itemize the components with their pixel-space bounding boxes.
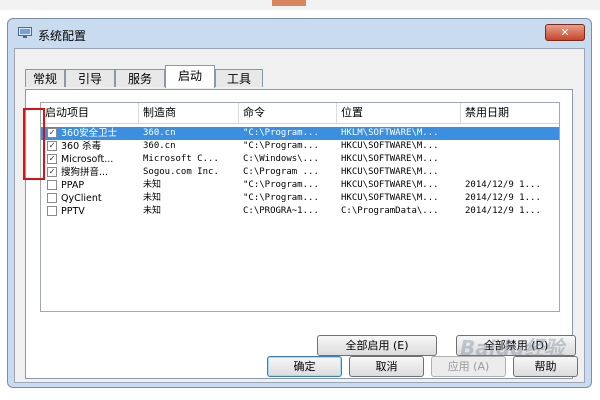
cell-date: 2014/12/9 1... — [465, 180, 541, 190]
cell-location: HKLM\SOFTWARE\M... — [341, 128, 439, 138]
cell-date: 2014/12/9 1... — [465, 193, 541, 203]
cell-item: 360 杀毒 — [61, 141, 102, 152]
cell-date: 2014/12/9 1... — [465, 206, 541, 216]
cell-location: HKCU\SOFTWARE\M... — [341, 141, 439, 151]
top-strip — [0, 0, 600, 10]
table-row[interactable]: ✓ 搜狗拼音... Sogou.com Inc. C:\Program ... … — [41, 166, 559, 179]
cancel-button[interactable]: 取消 — [349, 356, 424, 377]
cell-item: QyClient — [61, 193, 102, 204]
table-row[interactable]: ✓ 360安全卫士 360.cn "C:\Program... HKLM\SOF… — [41, 127, 559, 140]
table-row[interactable]: ✓ Microsoft... Microsoft C... C:\Windows… — [41, 153, 559, 166]
row-checkbox[interactable]: ✓ — [47, 167, 57, 177]
cell-item: PPTV — [61, 206, 85, 217]
cell-item: PPAP — [61, 180, 85, 191]
column-header-disabled-date[interactable]: 禁用日期 — [461, 103, 559, 123]
cell-maker: 未知 — [143, 193, 162, 203]
title-bar: 系统配置 ✕ — [8, 19, 591, 49]
cell-location: HKCU\SOFTWARE\M... — [341, 193, 439, 203]
cell-maker: 360.cn — [143, 141, 176, 151]
list-header: 启动项目 制造商 命令 位置 禁用日期 — [41, 103, 559, 124]
cell-command: C:\Windows\... — [243, 154, 319, 164]
top-accent — [272, 0, 306, 6]
tab-tools[interactable]: 工具 — [215, 69, 263, 87]
row-checkbox[interactable] — [47, 180, 57, 190]
startup-list: 启动项目 制造商 命令 位置 禁用日期 ✓ 360安全卫士 360.cn "C:… — [40, 102, 560, 312]
cell-date — [465, 153, 559, 166]
highlight-annotation — [23, 108, 45, 180]
cell-maker: 360.cn — [143, 128, 176, 138]
column-header-item[interactable]: 启动项目 — [41, 103, 139, 123]
cell-date — [465, 127, 559, 140]
row-checkbox[interactable] — [47, 193, 57, 203]
cell-command: "C:\Program... — [243, 141, 319, 151]
cell-item: 搜狗拼音... — [61, 167, 109, 178]
ok-button[interactable]: 确定 — [267, 356, 342, 377]
watermark: Baidu经验 — [460, 336, 565, 360]
cell-maker: 未知 — [143, 180, 162, 190]
enable-all-button[interactable]: 全部启用 (E) — [317, 335, 437, 356]
row-checkbox[interactable]: ✓ — [47, 128, 57, 138]
cell-location: HKCU\SOFTWARE\M... — [341, 167, 439, 177]
cell-command: "C:\Program... — [243, 128, 319, 138]
cell-date — [465, 166, 559, 179]
window-icon — [18, 27, 32, 38]
close-button[interactable]: ✕ — [545, 24, 585, 41]
cell-maker: 未知 — [143, 206, 162, 216]
table-row[interactable]: ✓ 360 杀毒 360.cn "C:\Program... HKCU\SOFT… — [41, 140, 559, 153]
column-header-maker[interactable]: 制造商 — [139, 103, 239, 123]
cell-location: HKCU\SOFTWARE\M... — [341, 154, 439, 164]
cell-item: Microsoft... — [61, 154, 114, 165]
window-title: 系统配置 — [38, 29, 87, 43]
cell-command: C:\PROGRA~1... — [243, 206, 319, 216]
column-header-location[interactable]: 位置 — [337, 103, 461, 123]
cell-maker: Sogou.com Inc. — [143, 167, 219, 177]
cell-command: "C:\Program... — [243, 193, 319, 203]
cell-maker: Microsoft C... — [143, 154, 219, 164]
cell-command: C:\Program ... — [243, 167, 319, 177]
tab-services[interactable]: 服务 — [115, 69, 165, 87]
row-checkbox[interactable]: ✓ — [47, 141, 57, 151]
cell-location: HKCU\SOFTWARE\M... — [341, 180, 439, 190]
cell-date — [465, 140, 559, 153]
cell-location: C:\ProgramData\... — [341, 206, 439, 216]
column-header-command[interactable]: 命令 — [239, 103, 337, 123]
cell-item: 360安全卫士 — [61, 128, 118, 139]
row-checkbox[interactable]: ✓ — [47, 154, 57, 164]
table-row[interactable]: QyClient 未知 "C:\Program... HKCU\SOFTWARE… — [41, 192, 559, 205]
tab-general[interactable]: 常规 — [25, 69, 65, 87]
table-row[interactable]: PPAP 未知 "C:\Program... HKCU\SOFTWARE\M..… — [41, 179, 559, 192]
tab-startup[interactable]: 启动 — [165, 65, 215, 88]
cell-command: "C:\Program... — [243, 180, 319, 190]
tab-boot[interactable]: 引导 — [65, 69, 115, 87]
row-checkbox[interactable] — [47, 206, 57, 216]
table-row[interactable]: PPTV 未知 C:\PROGRA~1... C:\ProgramData\..… — [41, 205, 559, 218]
close-icon: ✕ — [560, 26, 570, 39]
